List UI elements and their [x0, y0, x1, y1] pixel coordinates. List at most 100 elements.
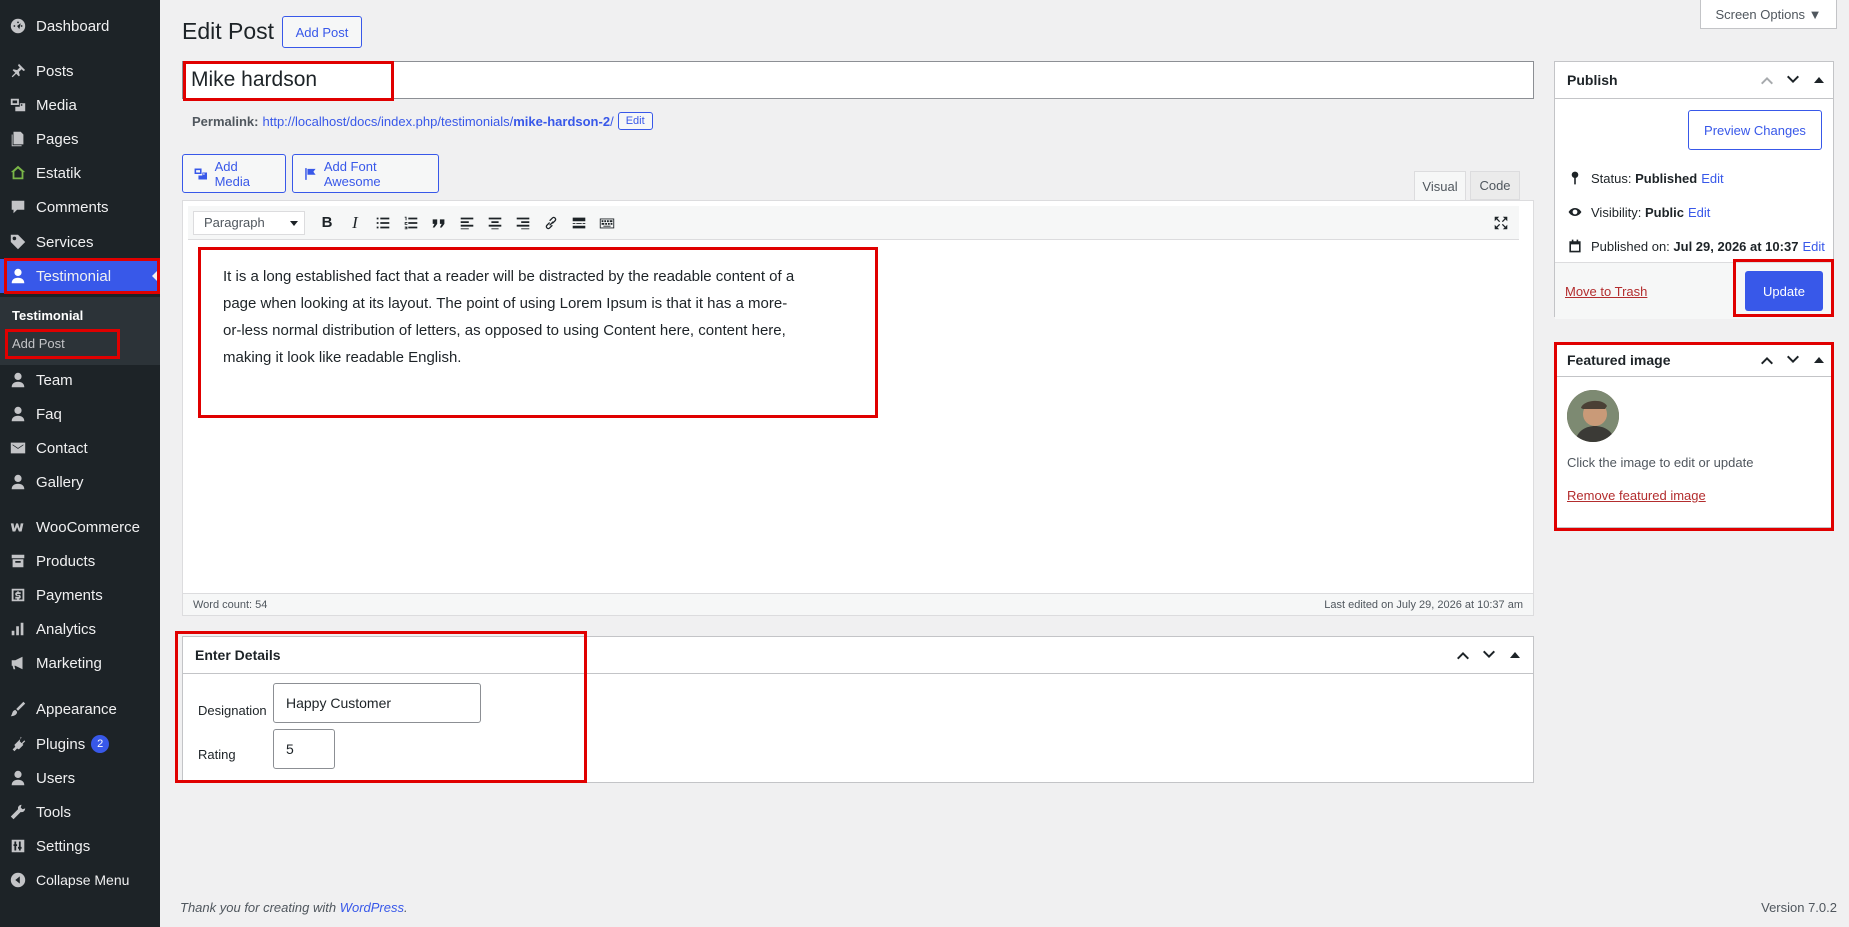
sidebar-item-posts[interactable]: Posts [0, 54, 160, 88]
chevron-up-icon[interactable] [1757, 350, 1777, 370]
flag-icon [305, 167, 316, 180]
current-menu-arrow [152, 268, 160, 284]
user-icon [8, 472, 28, 492]
user-icon [8, 370, 28, 390]
submenu-testimonial[interactable]: Testimonial [12, 308, 83, 323]
sidebar-item-dashboard[interactable]: Dashboard [0, 9, 160, 43]
chevron-down-icon[interactable] [1783, 350, 1803, 370]
post-title-input[interactable]: Mike hardson [182, 61, 1534, 99]
designation-input[interactable]: Happy Customer [273, 683, 481, 723]
collapse-triangle-icon[interactable] [1809, 350, 1829, 370]
sidebar-item-comments[interactable]: Comments [0, 190, 160, 224]
mail-icon [8, 438, 28, 458]
sidebar-item-pages[interactable]: Pages [0, 122, 160, 156]
chevron-up-icon[interactable] [1757, 70, 1777, 90]
link-icon[interactable] [537, 209, 565, 237]
sidebar-item-payments[interactable]: Payments [0, 578, 160, 612]
footer-version: Version 7.0.2 [1761, 900, 1837, 915]
sidebar-item-analytics[interactable]: Analytics [0, 612, 160, 646]
blockquote-icon[interactable] [425, 209, 453, 237]
permalink-row: Permalink: http://localhost/docs/index.p… [192, 112, 653, 130]
add-media-button[interactable]: Add Media [182, 154, 286, 193]
move-to-trash-link[interactable]: Move to Trash [1565, 284, 1647, 299]
calendar-icon [1569, 239, 1581, 253]
pin-icon [1571, 171, 1579, 185]
user-icon [8, 404, 28, 424]
publish-metabox: Publish Preview Changes Status: Publishe… [1554, 61, 1834, 319]
submenu-add-post[interactable]: Add Post [12, 336, 65, 351]
featured-image-header: Featured image [1555, 343, 1833, 377]
chevron-up-icon[interactable] [1453, 645, 1473, 665]
editor-content[interactable]: It is a long established fact that a rea… [223, 263, 803, 371]
user-icon [8, 768, 28, 788]
collapse-triangle-icon[interactable] [1809, 70, 1829, 90]
eye-icon [1568, 208, 1582, 216]
featured-image-thumbnail[interactable] [1567, 390, 1619, 442]
sidebar-item-team[interactable]: Team [0, 363, 160, 397]
visibility-edit-link[interactable]: Edit [1688, 205, 1710, 220]
sidebar-item-marketing[interactable]: Marketing [0, 646, 160, 680]
tab-visual[interactable]: Visual [1414, 171, 1466, 200]
editor-toolbar: Paragraph B I [188, 206, 1519, 240]
chevron-down-icon[interactable] [1783, 70, 1803, 90]
remove-featured-image-link[interactable]: Remove featured image [1567, 488, 1706, 503]
sidebar-item-plugins[interactable]: Plugins 2 [0, 727, 160, 761]
numbered-list-icon[interactable] [397, 209, 425, 237]
sidebar-item-settings[interactable]: Settings [0, 829, 160, 863]
screen-options-button[interactable]: Screen Options ▼ [1700, 0, 1837, 29]
sidebar-item-products[interactable]: Products [0, 544, 160, 578]
sidebar-item-users[interactable]: Users [0, 761, 160, 795]
permalink-link[interactable]: http://localhost/docs/index.php/testimon… [262, 114, 613, 129]
tag-icon [8, 232, 28, 252]
permalink-edit-button[interactable]: Edit [617, 112, 653, 130]
plug-icon [8, 734, 28, 754]
collapse-triangle-icon[interactable] [1505, 645, 1525, 665]
sidebar-collapse-menu[interactable]: Collapse Menu [0, 863, 160, 897]
publish-actions: Move to Trash Update [1555, 262, 1833, 319]
plugins-update-badge: 2 [91, 735, 110, 753]
format-select[interactable]: Paragraph [193, 210, 305, 235]
sidebar-item-woocommerce[interactable]: WooCommerce [0, 510, 160, 544]
published-edit-link[interactable]: Edit [1802, 239, 1824, 254]
person-photo-icon [1567, 390, 1619, 442]
sidebar-item-testimonial[interactable]: Testimonial [0, 259, 160, 293]
wordpress-link[interactable]: WordPress [340, 900, 404, 915]
woo-icon [8, 517, 28, 537]
keyboard-icon[interactable] [593, 209, 621, 237]
add-font-awesome-button[interactable]: Add Font Awesome [292, 154, 439, 193]
sidebar-item-gallery[interactable]: Gallery [0, 465, 160, 499]
sidebar-item-contact[interactable]: Contact [0, 431, 160, 465]
align-center-icon[interactable] [481, 209, 509, 237]
sidebar-item-services[interactable]: Services [0, 225, 160, 259]
published-on-row: Published on: Jul 29, 2026 at 10:37 Edit [1567, 238, 1825, 254]
rating-label: Rating [198, 747, 236, 762]
dashboard-icon [8, 16, 28, 36]
rating-input[interactable]: 5 [273, 729, 335, 769]
align-left-icon[interactable] [453, 209, 481, 237]
chevron-down-icon[interactable] [1479, 645, 1499, 665]
sidebar-item-faq[interactable]: Faq [0, 397, 160, 431]
page-title: Edit Post [182, 18, 275, 44]
sidebar-item-estatik[interactable]: Estatik [0, 156, 160, 190]
megaphone-icon [8, 653, 28, 673]
update-button[interactable]: Update [1745, 271, 1823, 311]
preview-changes-button[interactable]: Preview Changes [1688, 110, 1822, 150]
read-more-icon[interactable] [565, 209, 593, 237]
sidebar-item-media[interactable]: Media [0, 88, 160, 122]
enter-details-metabox: Enter Details Designation Happy Customer… [182, 636, 1534, 783]
enter-details-header: Enter Details [183, 637, 1533, 674]
sidebar-item-appearance[interactable]: Appearance [0, 692, 160, 726]
align-right-icon[interactable] [509, 209, 537, 237]
fullscreen-icon[interactable] [1487, 209, 1515, 237]
bullet-list-icon[interactable] [369, 209, 397, 237]
bold-icon[interactable]: B [313, 209, 341, 237]
tab-code[interactable]: Code [1470, 171, 1520, 200]
sidebar-item-tools[interactable]: Tools [0, 795, 160, 829]
italic-icon[interactable]: I [341, 209, 369, 237]
comment-icon [8, 197, 28, 217]
status-edit-link[interactable]: Edit [1701, 171, 1723, 186]
testimonial-submenu: Testimonial Add Post [0, 297, 160, 365]
add-post-button[interactable]: Add Post [282, 16, 362, 48]
permalink-label: Permalink: [192, 113, 259, 129]
editor-status-bar: Word count: 54 Last edited on July 29, 2… [183, 593, 1533, 615]
